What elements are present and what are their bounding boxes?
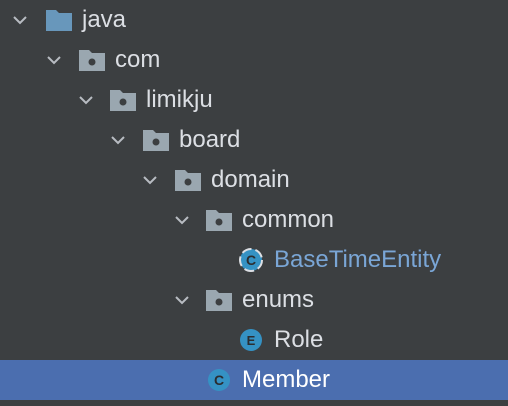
- tree-node-member[interactable]: C Member: [0, 360, 508, 400]
- chevron-down-icon[interactable]: [140, 170, 160, 190]
- tree-node-label: java: [82, 6, 127, 33]
- tree-node-java[interactable]: java: [0, 0, 508, 40]
- chevron-down-icon[interactable]: [172, 210, 192, 230]
- tree-node-board[interactable]: board: [0, 120, 508, 160]
- tree-node-label: enums: [242, 286, 315, 313]
- svg-text:E: E: [247, 333, 256, 348]
- class-icon: C: [208, 369, 230, 391]
- tree-node-label: common: [242, 206, 335, 233]
- tree-node-role[interactable]: E Role: [0, 320, 508, 360]
- tree-node-label: board: [179, 126, 241, 153]
- svg-text:C: C: [214, 372, 224, 388]
- svg-text:C: C: [246, 252, 256, 268]
- project-tree: java com limikju board domain common C B…: [0, 0, 508, 406]
- package-icon: [143, 130, 169, 151]
- tree-node-com[interactable]: com: [0, 40, 508, 80]
- package-icon: [206, 290, 232, 311]
- chevron-down-icon[interactable]: [108, 130, 128, 150]
- chevron-down-icon[interactable]: [10, 10, 30, 30]
- tree-node-label: Role: [274, 326, 324, 353]
- chevron-down-icon[interactable]: [44, 50, 64, 70]
- package-icon: [79, 50, 105, 71]
- package-icon: [110, 90, 136, 111]
- tree-node-common[interactable]: common: [0, 200, 508, 240]
- tree-node-label: com: [115, 46, 161, 73]
- tree-node-domain[interactable]: domain: [0, 160, 508, 200]
- tree-node-enums[interactable]: enums: [0, 280, 508, 320]
- tree-node-basetimeentity[interactable]: C BaseTimeEntity: [0, 240, 508, 280]
- tree-node-label: limikju: [146, 86, 213, 113]
- package-icon: [206, 210, 232, 231]
- tree-node-label: Member: [242, 366, 331, 393]
- source-folder-icon: [46, 10, 72, 31]
- tree-node-limikju[interactable]: limikju: [0, 80, 508, 120]
- abstract-class-icon: C: [239, 248, 263, 272]
- tree-node-label: BaseTimeEntity: [274, 246, 442, 273]
- package-icon: [175, 170, 201, 191]
- enum-icon: E: [240, 329, 262, 351]
- chevron-down-icon[interactable]: [172, 290, 192, 310]
- tree-node-label: domain: [211, 166, 290, 193]
- chevron-down-icon[interactable]: [76, 90, 96, 110]
